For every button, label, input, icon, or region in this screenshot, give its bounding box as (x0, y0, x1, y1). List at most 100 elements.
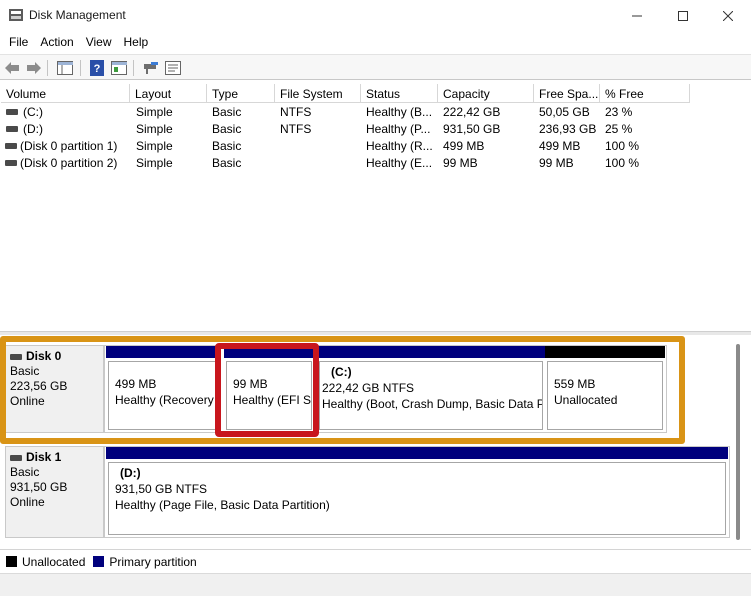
properties-icon (165, 61, 181, 75)
window-title: Disk Management (29, 8, 126, 22)
disk-1-label[interactable]: Disk 1 Basic 931,50 GB Online (5, 446, 104, 538)
partition-efi[interactable]: 99 MB Healthy (EFI S (224, 346, 314, 432)
title-bar: Disk Management (0, 0, 751, 31)
status-bar (0, 573, 751, 596)
volume-icon (6, 108, 18, 115)
menu-help[interactable]: Help (118, 32, 155, 52)
disk-size: 223,56 GB (10, 379, 68, 393)
column-layout[interactable]: Layout (130, 84, 207, 103)
partition-bar (106, 346, 220, 358)
column-file-system[interactable]: File System (275, 84, 361, 103)
partition-c[interactable]: (C:) 222,42 GB NTFS Healthy (Boot, Crash… (317, 346, 545, 432)
close-button[interactable] (705, 0, 751, 31)
cell-status: Healthy (R... (366, 139, 433, 153)
disk-icon (10, 454, 22, 461)
toolbar-separator (47, 60, 48, 76)
svg-text:?: ? (94, 63, 101, 75)
legend-label-primary: Primary partition (109, 554, 197, 569)
cell-percent-free: 23 % (605, 105, 633, 119)
back-button[interactable] (3, 59, 21, 77)
console-tree-icon (57, 61, 73, 75)
cell-free-space: 99 MB (539, 156, 574, 170)
cell-percent-free: 100 % (605, 156, 640, 170)
cell-volume: (Disk 0 partition 2) (1, 155, 130, 172)
list-header: Volume Layout Type File System Status Ca… (1, 84, 690, 103)
cell-free-space: 50,05 GB (539, 105, 590, 119)
disk-state: Online (10, 394, 45, 408)
legend-label-unallocated: Unallocated (22, 554, 86, 569)
table-row[interactable]: (D:) Simple Basic NTFS Healthy (P... 931… (1, 121, 690, 138)
maximize-button[interactable] (660, 0, 706, 31)
table-row[interactable]: (C:) Simple Basic NTFS Healthy (B... 222… (1, 104, 690, 121)
partition-recovery[interactable]: 499 MB Healthy (Recovery P (106, 346, 220, 432)
cell-layout: Simple (136, 105, 173, 119)
cell-volume: (C:) (1, 104, 130, 121)
disk-state: Online (10, 495, 45, 509)
cell-type: Basic (212, 122, 242, 136)
column-type[interactable]: Type (207, 84, 275, 103)
volume-list[interactable]: Volume Layout Type File System Status Ca… (1, 84, 750, 331)
connect-button[interactable] (142, 59, 160, 77)
cell-type: Basic (212, 139, 242, 153)
legend: Unallocated Primary partition (0, 549, 751, 573)
partition-unallocated[interactable]: 559 MB Unallocated (545, 346, 665, 432)
cell-capacity: 222,42 GB (443, 105, 501, 119)
column-percent-free[interactable]: % Free (600, 84, 690, 103)
column-capacity[interactable]: Capacity (438, 84, 534, 103)
partition-bar (106, 447, 728, 459)
toolbar: ? (0, 54, 751, 80)
menu-action[interactable]: Action (34, 32, 79, 52)
partition-d[interactable]: (D:) 931,50 GB NTFS Healthy (Page File, … (106, 447, 728, 537)
disk-size: 931,50 GB (10, 480, 68, 494)
volume-icon (6, 125, 18, 132)
partition-body: (D:) 931,50 GB NTFS Healthy (Page File, … (108, 462, 726, 535)
properties-button[interactable] (164, 59, 182, 77)
partition-body: (C:) 222,42 GB NTFS Healthy (Boot, Crash… (319, 361, 543, 430)
cell-capacity: 499 MB (443, 139, 485, 153)
disk-0-partitions: 499 MB Healthy (Recovery P 99 MB Healthy… (104, 345, 667, 433)
partition-bar (317, 346, 545, 358)
help-icon: ? (90, 60, 104, 76)
action-pane-icon (111, 61, 127, 75)
help-button[interactable]: ? (88, 59, 106, 77)
toolbar-separator (80, 60, 81, 76)
menu-view[interactable]: View (80, 32, 118, 52)
connect-icon (144, 62, 158, 74)
column-volume[interactable]: Volume (1, 84, 130, 103)
forward-button[interactable] (25, 59, 43, 77)
cell-capacity: 99 MB (443, 156, 478, 170)
menu-file[interactable]: File (3, 32, 34, 52)
column-free-space[interactable]: Free Spa... (534, 84, 600, 103)
console-tree-button[interactable] (56, 59, 74, 77)
cell-volume: (D:) (1, 121, 130, 138)
toolbar-separator (133, 60, 134, 76)
back-arrow-icon (5, 62, 19, 74)
table-row[interactable]: (Disk 0 partition 2) Simple Basic Health… (1, 155, 690, 172)
cell-capacity: 931,50 GB (443, 122, 501, 136)
minimize-icon (632, 15, 642, 16)
disk-0-label[interactable]: Disk 0 Basic 223,56 GB Online (5, 345, 104, 433)
volume-icon (5, 159, 17, 166)
cell-layout: Simple (136, 122, 173, 136)
cell-type: Basic (212, 105, 242, 119)
minimize-button[interactable] (614, 0, 660, 31)
legend-swatch-unallocated (6, 556, 17, 567)
cell-file-system (275, 155, 361, 172)
close-icon (723, 10, 733, 21)
cell-layout: Simple (136, 156, 173, 170)
vertical-scrollbar[interactable] (736, 344, 740, 540)
disk-type: Basic (10, 465, 40, 479)
column-status[interactable]: Status (361, 84, 438, 103)
action-pane-button[interactable] (110, 59, 128, 77)
disk-1-partitions: (D:) 931,50 GB NTFS Healthy (Page File, … (104, 446, 730, 538)
cell-layout: Simple (136, 139, 173, 153)
cell-status: Healthy (P... (366, 122, 431, 136)
disk-type: Basic (10, 364, 40, 378)
cell-file-system: NTFS (280, 122, 312, 136)
cell-status: Healthy (E... (366, 156, 433, 170)
cell-percent-free: 25 % (605, 122, 633, 136)
cell-percent-free: 100 % (605, 139, 640, 153)
cell-file-system: NTFS (280, 105, 312, 119)
partition-body: 99 MB Healthy (EFI S (226, 361, 312, 430)
table-row[interactable]: (Disk 0 partition 1) Simple Basic Health… (1, 138, 690, 155)
